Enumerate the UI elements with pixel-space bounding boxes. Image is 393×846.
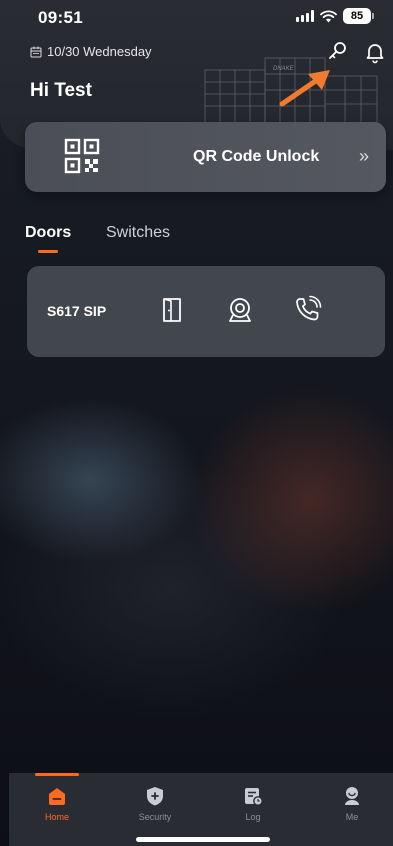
nav-active-indicator: [35, 773, 79, 776]
qr-code-icon: [64, 138, 100, 174]
active-tab-indicator: [38, 250, 58, 253]
home-indicator: [136, 837, 270, 842]
greeting-title: Hi Test: [30, 80, 92, 101]
status-icons: 85: [296, 8, 374, 24]
home-icon: [49, 788, 65, 805]
nav-me[interactable]: Me: [322, 785, 382, 822]
nav-me-label: Me: [345, 812, 359, 822]
key-icon[interactable]: [326, 40, 350, 64]
bell-icon[interactable]: [363, 40, 387, 64]
calendar-icon: [30, 46, 42, 57]
call-icon[interactable]: [292, 295, 322, 325]
nav-log[interactable]: Log: [223, 785, 283, 822]
bottom-navigation: Home Security Log Me: [9, 773, 393, 846]
qr-code-unlock-label: QR Code Unlock: [193, 148, 320, 165]
battery-indicator: 85: [343, 8, 374, 24]
nav-home[interactable]: Home: [27, 785, 87, 822]
nav-home-label: Home: [44, 812, 69, 822]
profile-icon: [345, 787, 359, 805]
app-screen: DNAKE 09:51 85 10/30 Wednesday Hi Test Q…: [0, 0, 393, 846]
log-icon: [245, 788, 263, 806]
signal-icon: [296, 10, 314, 22]
nav-security[interactable]: Security: [125, 785, 185, 822]
door-icon[interactable]: [157, 295, 187, 325]
camera-icon[interactable]: [225, 295, 255, 325]
qr-code-unlock-button[interactable]: QR Code Unlock »: [25, 122, 386, 192]
status-time: 09:51: [38, 8, 83, 27]
shield-icon: [147, 787, 163, 806]
tab-doors[interactable]: Doors: [25, 224, 71, 242]
date-label: 10/30 Wednesday: [47, 44, 152, 59]
device-card[interactable]: S617 SIP: [27, 266, 385, 357]
nav-log-label: Log: [245, 812, 261, 822]
pointer-arrow-icon: [279, 70, 330, 107]
chevron-right-icon: »: [359, 146, 370, 166]
date-row: 10/30 Wednesday: [30, 44, 152, 59]
wifi-icon: [320, 10, 337, 22]
nav-security-label: Security: [138, 812, 172, 822]
tab-switches[interactable]: Switches: [106, 224, 170, 242]
device-name: S617 SIP: [47, 303, 107, 319]
